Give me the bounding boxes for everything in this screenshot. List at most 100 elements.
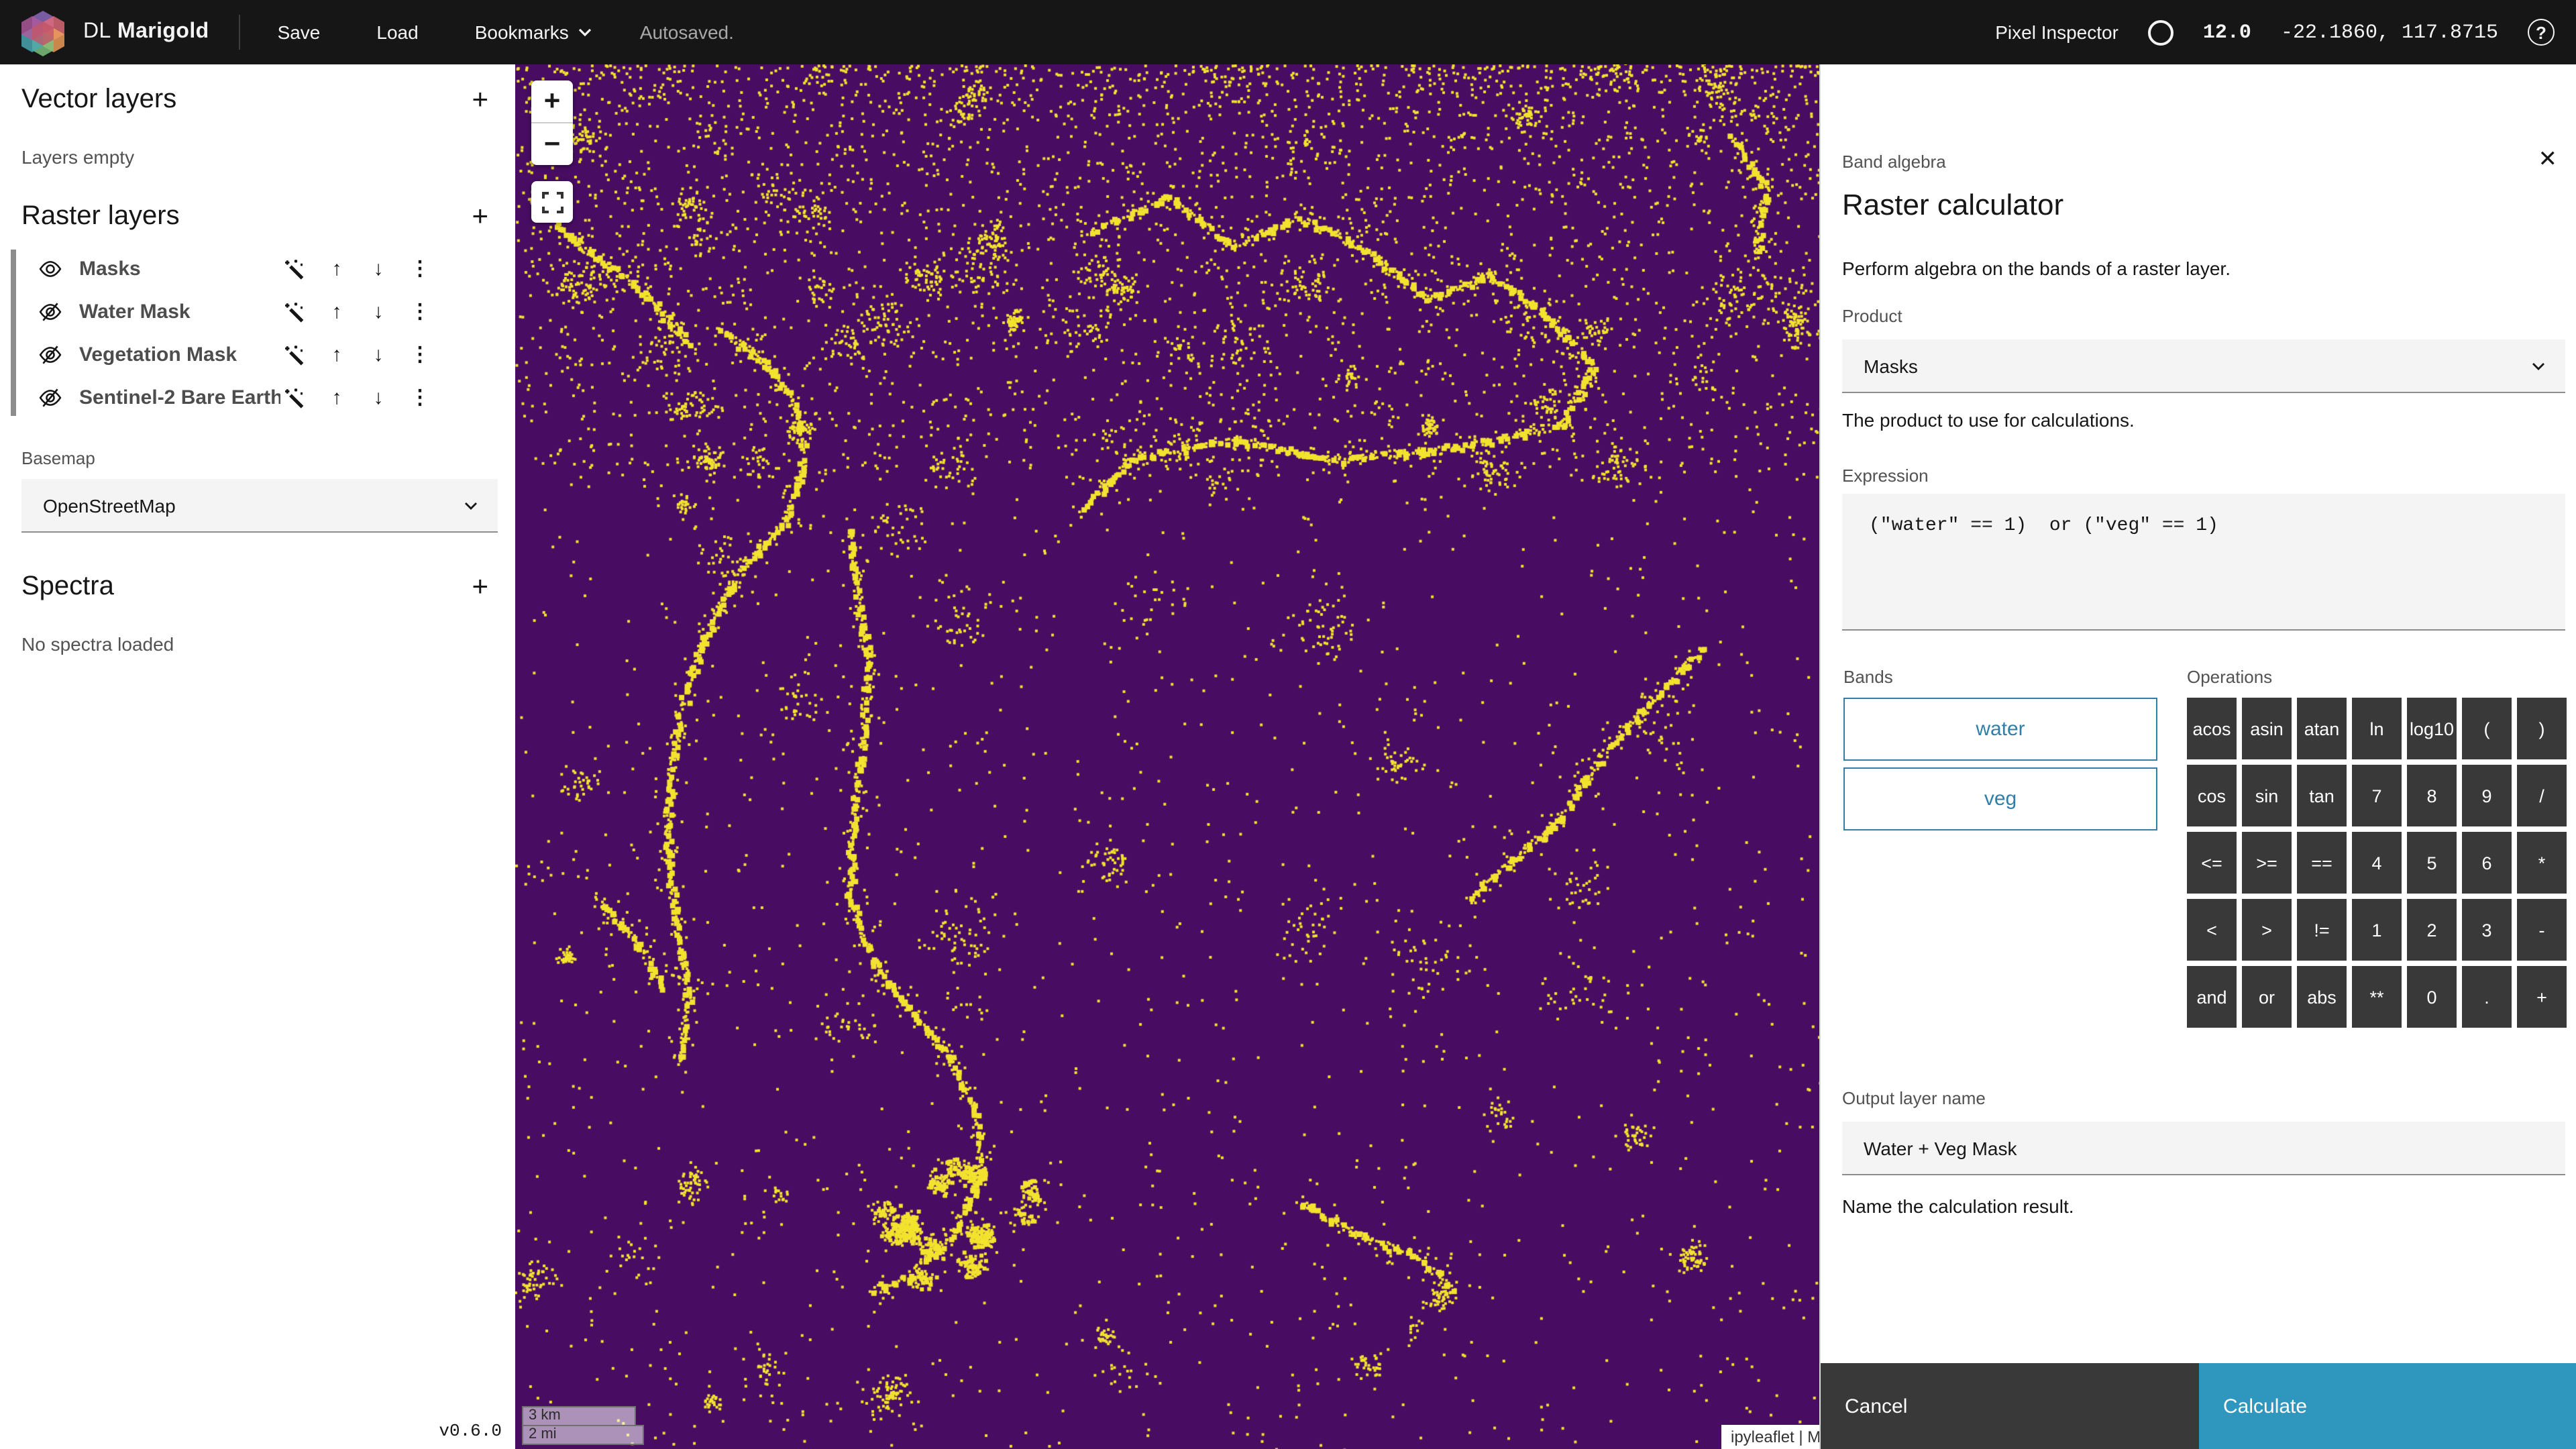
operation-button[interactable]: >=	[2242, 832, 2292, 894]
move-layer-up-icon[interactable]: ↑	[325, 385, 349, 409]
inspector-indicator-icon[interactable]	[2148, 19, 2174, 45]
load-button[interactable]: Load	[358, 21, 437, 43]
chevron-down-icon	[578, 25, 592, 39]
panel-category: Band algebra	[1842, 152, 1946, 172]
operation-button[interactable]: 2	[2407, 899, 2457, 961]
basemap-label: Basemap	[0, 448, 515, 468]
move-layer-down-icon[interactable]: ↓	[366, 385, 390, 409]
operation-button[interactable]: acos	[2187, 698, 2237, 759]
chevron-down-icon	[463, 497, 479, 513]
add-vector-layer-button[interactable]: +	[464, 83, 496, 117]
operation-button[interactable]: <	[2187, 899, 2237, 961]
operation-button[interactable]: 5	[2407, 832, 2457, 894]
layers-sidebar: Vector layers + Layers empty Raster laye…	[0, 64, 515, 1449]
output-layer-name-label: Output layer name	[1842, 1088, 1986, 1108]
raster-layer-canvas	[515, 64, 1819, 1449]
spectra-title: Spectra	[21, 572, 114, 602]
operation-button[interactable]: tan	[2297, 765, 2347, 826]
eye-hidden-icon[interactable]	[39, 300, 62, 323]
layer-options-kebab-icon[interactable]: ⋮	[408, 342, 432, 366]
operation-button[interactable]: 7	[2352, 765, 2402, 826]
style-wand-icon[interactable]	[283, 342, 307, 366]
add-raster-layer-button[interactable]: +	[464, 200, 496, 233]
layer-name: Sentinel-2 Bare Earth Co...	[79, 386, 280, 409]
fullscreen-button[interactable]	[531, 181, 573, 223]
layer-options-kebab-icon[interactable]: ⋮	[408, 299, 432, 323]
calculate-button[interactable]: Calculate	[2199, 1363, 2576, 1449]
product-select[interactable]: Masks	[1842, 339, 2565, 393]
product-help-text: The product to use for calculations.	[1842, 409, 2135, 431]
operation-button[interactable]: -	[2517, 899, 2567, 961]
operation-button[interactable]: )	[2517, 698, 2567, 759]
operation-button[interactable]: 1	[2352, 899, 2402, 961]
bands-label: Bands	[1843, 667, 1893, 687]
add-spectra-button[interactable]: +	[464, 570, 496, 604]
cancel-button[interactable]: Cancel	[1821, 1363, 2199, 1449]
operation-button[interactable]: **	[2352, 966, 2402, 1028]
zoom-in-button[interactable]: +	[531, 80, 573, 122]
operation-button[interactable]: 6	[2462, 832, 2512, 894]
operation-button[interactable]: 3	[2462, 899, 2512, 961]
style-wand-icon[interactable]	[283, 299, 307, 323]
move-layer-down-icon[interactable]: ↓	[366, 299, 390, 323]
eye-hidden-icon[interactable]	[39, 386, 62, 409]
operation-button[interactable]: 4	[2352, 832, 2402, 894]
style-wand-icon[interactable]	[283, 256, 307, 280]
operation-button[interactable]: /	[2517, 765, 2567, 826]
operation-button[interactable]: abs	[2297, 966, 2347, 1028]
move-layer-up-icon[interactable]: ↑	[325, 342, 349, 366]
help-icon[interactable]: ?	[2528, 19, 2555, 46]
pixel-inspector-button[interactable]: Pixel Inspector	[1995, 21, 2118, 43]
layer-options-kebab-icon[interactable]: ⋮	[408, 385, 432, 409]
basemap-select[interactable]: OpenStreetMap	[21, 479, 498, 533]
operation-button[interactable]: 8	[2407, 765, 2457, 826]
operation-button[interactable]: (	[2462, 698, 2512, 759]
band-button-veg[interactable]: veg	[1843, 767, 2157, 830]
layer-list-accent-bar	[11, 250, 15, 416]
operation-button[interactable]: cos	[2187, 765, 2237, 826]
layer-options-kebab-icon[interactable]: ⋮	[408, 256, 432, 280]
map-zoom-control: + −	[531, 80, 573, 165]
operation-button[interactable]: <=	[2187, 832, 2237, 894]
raster-layer-row: Water Mask↑↓⋮	[0, 290, 515, 333]
layer-name: Masks	[79, 257, 280, 280]
bookmarks-label: Bookmarks	[475, 21, 569, 43]
operation-button[interactable]: 0	[2407, 966, 2457, 1028]
operation-button[interactable]: 9	[2462, 765, 2512, 826]
move-layer-up-icon[interactable]: ↑	[325, 299, 349, 323]
operation-button[interactable]: sin	[2242, 765, 2292, 826]
operation-button[interactable]: atan	[2297, 698, 2347, 759]
bands-group: waterveg	[1843, 698, 2157, 830]
move-layer-down-icon[interactable]: ↓	[366, 342, 390, 366]
operation-button[interactable]: +	[2517, 966, 2567, 1028]
save-button[interactable]: Save	[259, 21, 339, 43]
operation-button[interactable]: ==	[2297, 832, 2347, 894]
operations-keypad: acosasinatanlnlog10() cossintan789/ <=>===…	[2187, 698, 2567, 1028]
zoom-out-button[interactable]: −	[531, 123, 573, 165]
style-wand-icon[interactable]	[283, 385, 307, 409]
close-icon[interactable]: ✕	[2538, 148, 2558, 170]
operation-button[interactable]: .	[2462, 966, 2512, 1028]
output-layer-name-input[interactable]	[1842, 1122, 2565, 1175]
move-layer-down-icon[interactable]: ↓	[366, 256, 390, 280]
operation-button[interactable]: and	[2187, 966, 2237, 1028]
operation-button[interactable]: log10	[2407, 698, 2457, 759]
operation-button[interactable]: or	[2242, 966, 2292, 1028]
operation-button[interactable]: *	[2517, 832, 2567, 894]
operation-button[interactable]: ln	[2352, 698, 2402, 759]
product-label: Product	[1842, 306, 1902, 326]
bookmarks-menu[interactable]: Bookmarks	[456, 21, 610, 43]
expression-input[interactable]: ("water" == 1) or ("veg" == 1)	[1842, 494, 2565, 631]
operation-button[interactable]: !=	[2297, 899, 2347, 961]
eye-visible-icon[interactable]	[39, 257, 62, 280]
zoom-level-value: 12.0	[2203, 21, 2251, 44]
map-viewport[interactable]: + − 3 km 2 mi ipyleaflet | Ma	[515, 64, 1819, 1449]
operation-button[interactable]: >	[2242, 899, 2292, 961]
operation-button[interactable]: asin	[2242, 698, 2292, 759]
topbar-divider	[239, 15, 240, 50]
move-layer-up-icon[interactable]: ↑	[325, 256, 349, 280]
raster-calculator-panel: Band algebra ✕ Raster calculator Perform…	[1819, 64, 2576, 1449]
eye-hidden-icon[interactable]	[39, 343, 62, 366]
raster-layer-row: Masks ↑ ↓ ⋮	[0, 247, 515, 290]
band-button-water[interactable]: water	[1843, 698, 2157, 761]
